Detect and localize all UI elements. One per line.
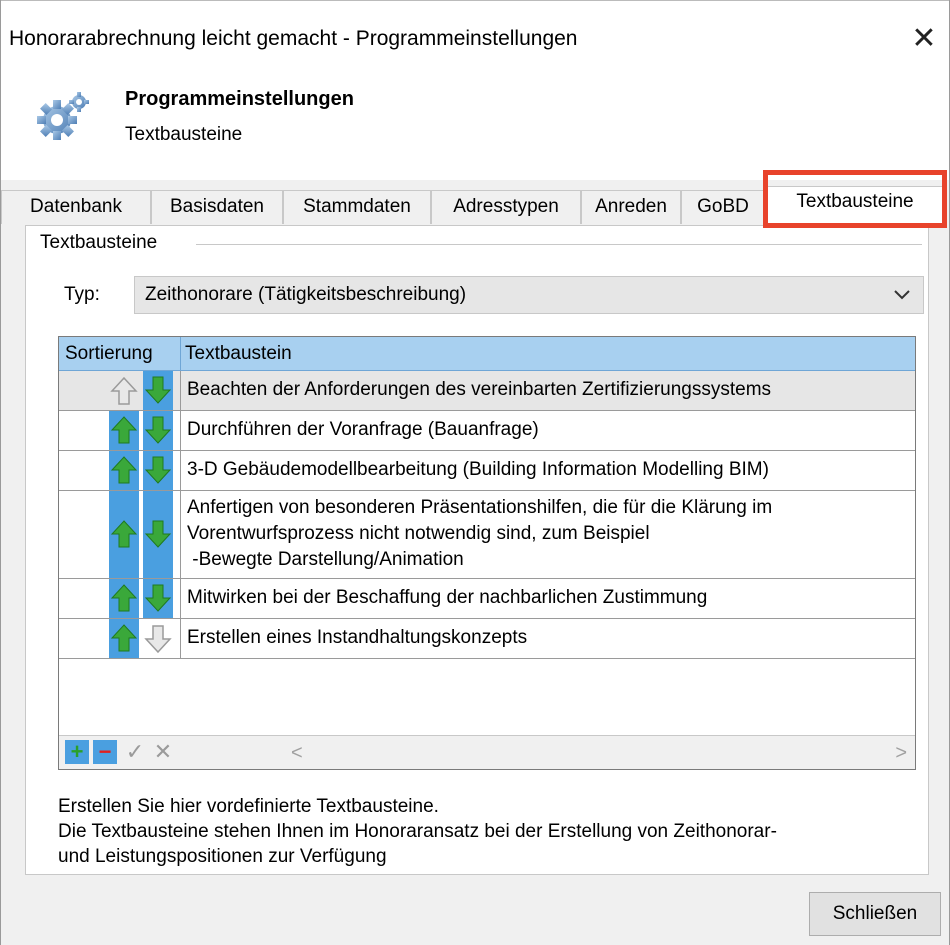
table-row[interactable]: Erstellen eines Instandhaltungskonzepts (59, 619, 915, 659)
sort-cell (59, 371, 181, 410)
tab-gobd[interactable]: GoBD (681, 190, 765, 224)
table-row[interactable]: Mitwirken bei der Beschaffung der nachba… (59, 579, 915, 619)
close-window-button[interactable]: ✕ (909, 21, 939, 57)
header-subtitle: Textbausteine (125, 124, 243, 145)
close-button[interactable]: Schließen (809, 892, 941, 936)
row-text: 3-D Gebäudemodellbearbeitung (Building I… (187, 459, 769, 480)
sort-cell (59, 491, 181, 578)
row-text: Mitwirken bei der Beschaffung der nachba… (187, 587, 708, 608)
table-row[interactable]: Beachten der Anforderungen des vereinbar… (59, 371, 915, 411)
info-line: und Leistungspositionen zur Verfügung (58, 846, 387, 867)
table-row[interactable]: Anfertigen von besonderen Präsentationsh… (59, 491, 915, 579)
table-footer: + − ✓ ✕ < > (59, 735, 915, 769)
move-up-button[interactable] (109, 619, 139, 658)
sort-cell (59, 411, 181, 450)
cancel-edit-button[interactable]: ✕ (151, 740, 175, 764)
horizontal-scrollbar[interactable]: < > (191, 736, 915, 769)
move-down-button[interactable] (143, 451, 173, 490)
move-up-button[interactable] (109, 451, 139, 490)
scroll-right-arrow[interactable]: > (895, 736, 907, 769)
confirm-edit-button[interactable]: ✓ (123, 740, 147, 764)
move-down-button[interactable] (143, 491, 173, 578)
scroll-left-arrow[interactable]: < (291, 736, 303, 769)
row-text-line: Anfertigen von besonderen Präsentationsh… (187, 497, 773, 518)
tab-textbausteine[interactable]: Textbausteine (767, 186, 943, 226)
move-down-button[interactable] (143, 371, 173, 410)
settings-window: Honorarabrechnung leicht gemacht - Progr… (0, 0, 950, 945)
tab-basisdaten[interactable]: Basisdaten (151, 190, 283, 224)
row-text: Erstellen eines Instandhaltungskonzepts (187, 627, 528, 648)
table-row[interactable]: 3-D Gebäudemodellbearbeitung (Building I… (59, 451, 915, 491)
move-up-disabled-icon (109, 376, 139, 406)
table-row[interactable]: Durchführen der Voranfrage (Bauanfrage) (59, 411, 915, 451)
info-line: Erstellen Sie hier vordefinierte Textbau… (58, 796, 439, 817)
move-down-button[interactable] (143, 411, 173, 450)
tab-panel: Textbausteine Typ: Zeithonorare (Tätigke… (25, 225, 929, 875)
chevron-down-icon (894, 290, 910, 300)
row-text: Beachten der Anforderungen des vereinbar… (187, 379, 772, 400)
tab-adresstypen[interactable]: Adresstypen (431, 190, 581, 224)
move-up-button[interactable] (109, 411, 139, 450)
header-title: Programmeinstellungen (125, 88, 354, 110)
column-header-sortierung[interactable]: Sortierung (59, 337, 181, 371)
column-header-textbaustein[interactable]: Textbaustein (185, 337, 292, 371)
group-divider (196, 244, 922, 245)
type-select-value: Zeithonorare (Tätigkeitsbeschreibung) (145, 284, 467, 305)
row-text: Durchführen der Voranfrage (Bauanfrage) (187, 419, 539, 440)
info-text: Erstellen Sie hier vordefinierte Textbau… (58, 794, 918, 869)
row-text-line: -Bewegte Darstellung/Animation (187, 549, 464, 570)
tab-stammdaten[interactable]: Stammdaten (283, 190, 431, 224)
move-down-disabled-icon (143, 624, 173, 654)
info-line: Die Textbausteine stehen Ihnen im Honora… (58, 821, 777, 842)
type-label: Typ: (64, 284, 100, 305)
sort-cell (59, 579, 181, 618)
move-up-button[interactable] (109, 579, 139, 618)
group-label: Textbausteine (40, 232, 164, 254)
row-text: Anfertigen von besonderen Präsentationsh… (187, 495, 909, 573)
window-title: Honorarabrechnung leicht gemacht - Progr… (9, 27, 578, 50)
remove-row-button[interactable]: − (93, 740, 117, 764)
tab-datenbank[interactable]: Datenbank (1, 190, 151, 224)
dialog-header: Programmeinstellungen Textbausteine (1, 80, 949, 180)
sort-cell (59, 619, 181, 658)
title-bar: Honorarabrechnung leicht gemacht - Progr… (1, 0, 949, 80)
move-up-button[interactable] (109, 491, 139, 578)
sort-cell (59, 451, 181, 490)
type-select[interactable]: Zeithonorare (Tätigkeitsbeschreibung) (134, 276, 924, 314)
tab-anreden[interactable]: Anreden (581, 190, 681, 224)
add-row-button[interactable]: + (65, 740, 89, 764)
row-text-line: Vorentwurfsprozess nicht notwendig sind,… (187, 523, 650, 544)
table-header: Sortierung Textbaustein (59, 337, 915, 371)
move-down-button[interactable] (143, 579, 173, 618)
gear-icon (37, 92, 89, 140)
textbausteine-table: Sortierung Textbaustein Beachten der Anf… (58, 336, 916, 770)
tab-strip: Datenbank Basisdaten Stammdaten Adressty… (1, 186, 950, 226)
